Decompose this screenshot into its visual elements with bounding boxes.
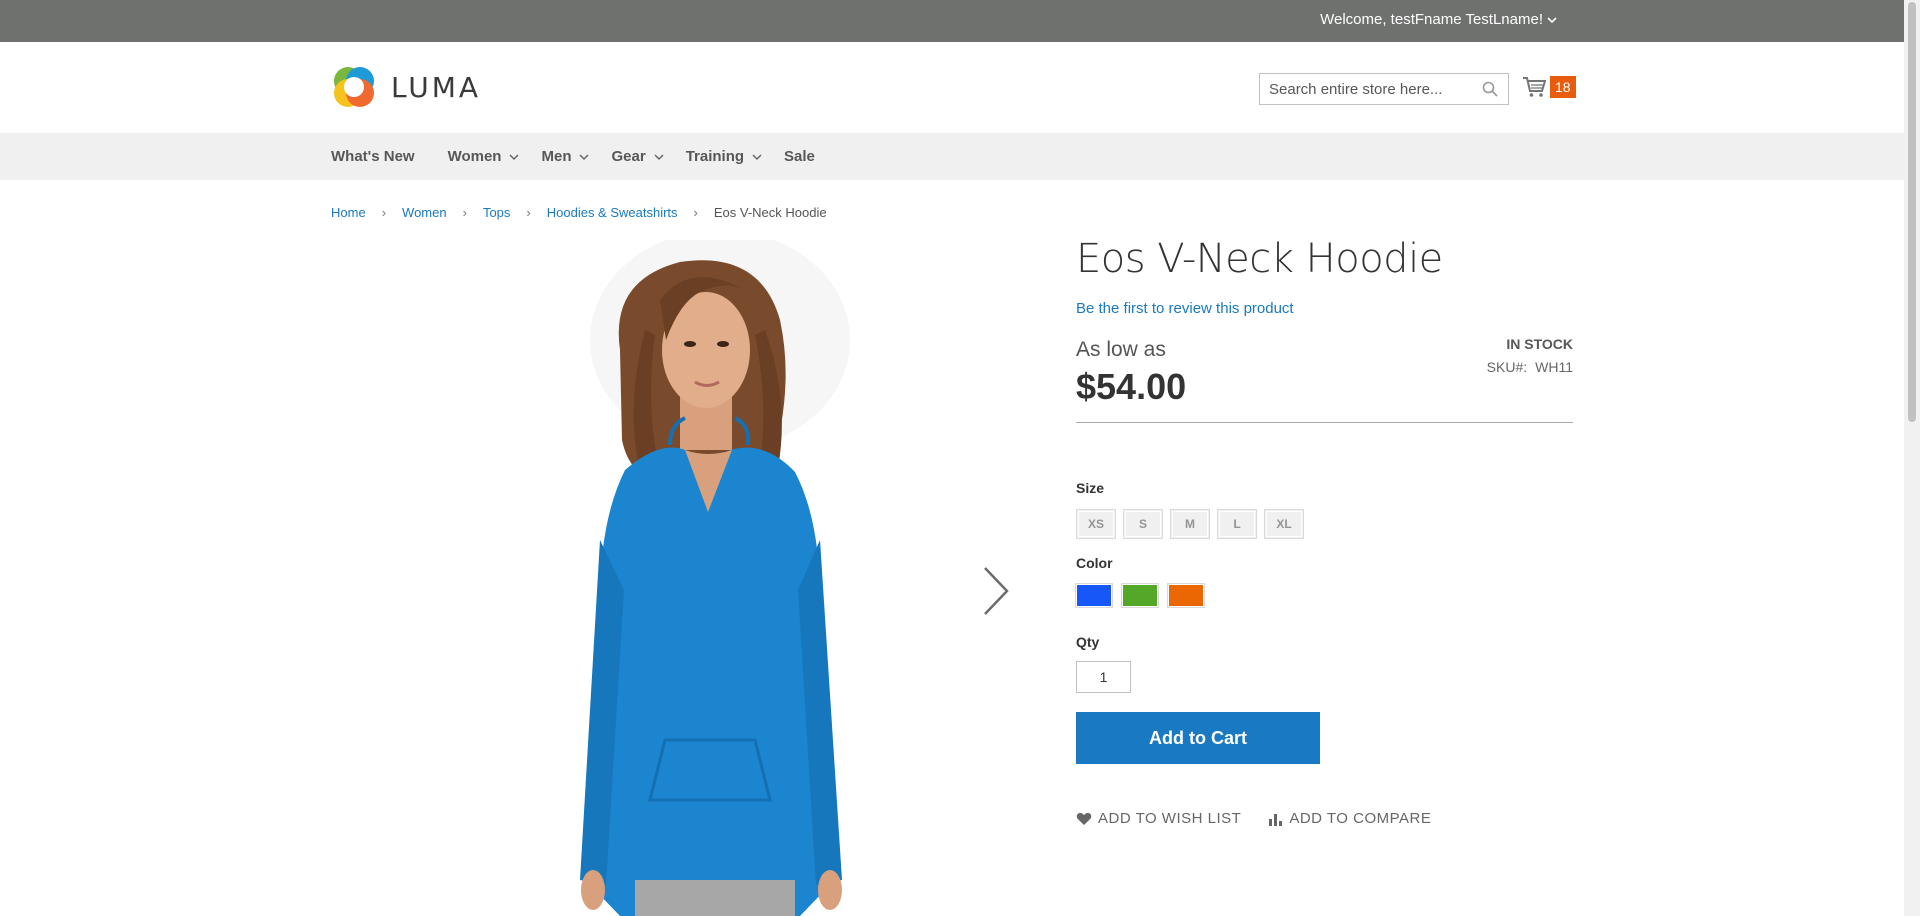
sku-value: WH11	[1535, 359, 1573, 375]
top-panel: Welcome, testFname TestLname!	[0, 0, 1904, 42]
breadcrumb: Home › Women › Tops › Hoodies & Sweatshirts › Eo…	[331, 205, 827, 220]
add-to-compare-link[interactable]: ADD TO COMPARE	[1269, 810, 1431, 827]
chevron-down-icon	[509, 153, 520, 160]
size-options: XS S M L XL	[1076, 509, 1304, 539]
main-navigation: What's New Women Men Gear Training Sale	[0, 133, 1904, 180]
size-option[interactable]: M	[1170, 509, 1210, 539]
add-to-cart-button[interactable]: Add to Cart	[1076, 712, 1320, 764]
bar-chart-icon	[1269, 813, 1283, 826]
product-photo	[580, 240, 850, 916]
chevron-down-icon	[579, 153, 590, 160]
price-prefix: As low as	[1076, 338, 1166, 361]
size-option[interactable]: XL	[1264, 509, 1304, 539]
qty-input[interactable]: 1	[1076, 661, 1131, 693]
nav-item-women[interactable]: Women	[448, 148, 520, 165]
search-box[interactable]	[1259, 73, 1509, 105]
divider	[1076, 422, 1573, 423]
minicart[interactable]: 18	[1522, 76, 1576, 98]
product-price: $54.00	[1076, 366, 1187, 407]
wishlist-label: ADD TO WISH LIST	[1098, 810, 1242, 827]
nav-item-training[interactable]: Training	[686, 148, 762, 165]
heart-icon	[1076, 812, 1092, 825]
product-actions: ADD TO WISH LIST ADD TO COMPARE	[1076, 810, 1431, 827]
chevron-down-icon	[1547, 16, 1557, 23]
sku: SKU#: WH11	[1487, 359, 1573, 375]
page-scrollbar[interactable]	[1904, 0, 1920, 916]
color-swatch[interactable]	[1167, 583, 1205, 608]
chevron-down-icon	[752, 153, 762, 160]
size-option[interactable]: L	[1217, 509, 1257, 539]
product-image[interactable]	[520, 240, 900, 916]
breadcrumb-link[interactable]: Tops	[483, 205, 510, 220]
logo-text: LUMA	[391, 70, 482, 104]
search-icon[interactable]	[1482, 81, 1498, 97]
color-swatch[interactable]	[1121, 583, 1159, 608]
color-swatch[interactable]	[1075, 583, 1113, 608]
customer-welcome-menu[interactable]: Welcome, testFname TestLname!	[1320, 11, 1557, 28]
size-label: Size	[1076, 480, 1105, 496]
nav-item-gear[interactable]: Gear	[611, 148, 664, 165]
breadcrumb-link[interactable]: Home	[331, 205, 366, 220]
sku-label: SKU#:	[1486, 359, 1528, 375]
nav-item-what-s-new[interactable]: What's New	[331, 148, 415, 165]
qty-label: Qty	[1076, 634, 1100, 650]
review-link[interactable]: Be the first to review this product	[1076, 300, 1294, 317]
nav-item-label: Gear	[611, 148, 646, 165]
size-option[interactable]: S	[1123, 509, 1163, 539]
breadcrumb-link[interactable]: Women	[402, 205, 447, 220]
nav-item-label: Men	[541, 148, 572, 165]
chevron-right-icon[interactable]	[982, 565, 1010, 617]
chevron-right-icon: ›	[381, 205, 387, 220]
chevron-right-icon: ›	[526, 205, 531, 220]
nav-item-men[interactable]: Men	[541, 148, 590, 165]
compare-label: ADD TO COMPARE	[1289, 810, 1432, 827]
product-title: Eos V-Neck Hoodie	[1076, 236, 1443, 282]
stock-status: IN STOCK	[1506, 336, 1573, 352]
chevron-right-icon: ›	[462, 205, 467, 220]
nav-item-sale[interactable]: Sale	[784, 148, 815, 165]
cart-icon	[1523, 77, 1546, 97]
nav-item-label: Training	[685, 148, 745, 165]
add-to-wishlist-link[interactable]: ADD TO WISH LIST	[1076, 810, 1241, 827]
breadcrumb-current: Eos V-Neck Hoodie	[713, 205, 827, 220]
store-logo[interactable]: LUMA	[331, 64, 481, 110]
welcome-text: Welcome, testFname TestLname!	[1320, 11, 1543, 28]
color-options	[1075, 583, 1205, 608]
cart-count-badge: 18	[1550, 76, 1576, 98]
luma-logo-icon	[334, 67, 374, 107]
chevron-right-icon: ›	[693, 205, 698, 220]
chevron-down-icon	[654, 153, 664, 160]
breadcrumb-link[interactable]: Hoodies & Sweatshirts	[547, 205, 678, 220]
nav-item-label: Women	[447, 148, 502, 165]
scrollbar-thumb[interactable]	[1908, 2, 1916, 422]
product-info: Eos V-Neck Hoodie Be the first to review…	[1075, 236, 1573, 827]
search-input[interactable]	[1269, 80, 1469, 98]
size-option[interactable]: XS	[1076, 509, 1116, 539]
nav-item-label: Sale	[784, 148, 815, 165]
color-label: Color	[1076, 555, 1113, 571]
nav-item-label: What's New	[331, 148, 415, 165]
